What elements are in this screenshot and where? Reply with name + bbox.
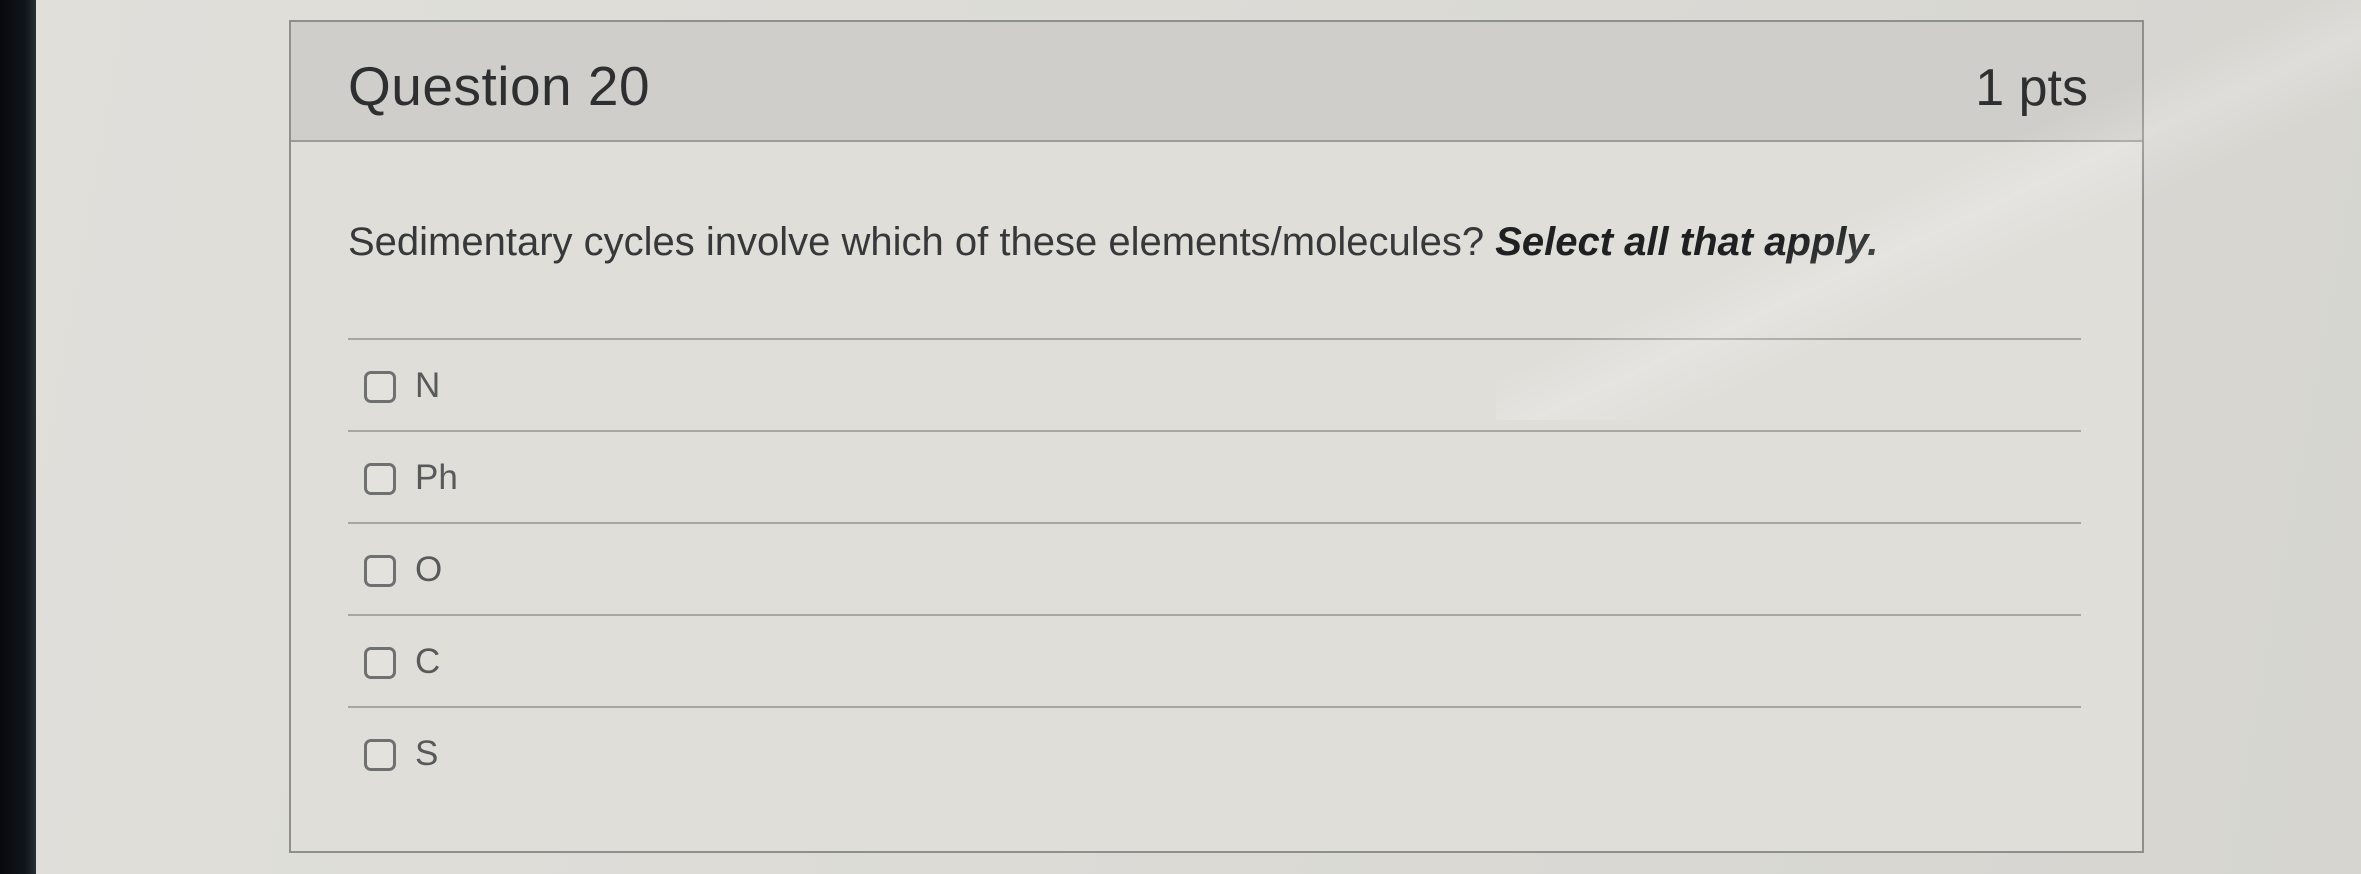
answer-option-s[interactable]: S <box>348 706 2081 798</box>
checkbox-icon[interactable] <box>364 647 396 679</box>
checkbox-icon[interactable] <box>364 371 396 403</box>
answer-option-ph[interactable]: Ph <box>348 430 2081 522</box>
answer-label[interactable]: Ph <box>415 458 458 498</box>
answer-label[interactable]: O <box>415 550 442 590</box>
answer-list: N Ph O C S <box>348 338 2081 798</box>
answer-option-c[interactable]: C <box>348 614 2081 706</box>
screen: Question 20 1 pts Sedimentary cycles inv… <box>36 0 2361 874</box>
answer-label[interactable]: N <box>415 366 440 406</box>
screen-bezel <box>0 0 36 874</box>
question-prompt: Sedimentary cycles involve which of thes… <box>348 220 1878 265</box>
question-text: Sedimentary cycles involve which of thes… <box>348 220 1485 264</box>
answer-label[interactable]: C <box>415 642 440 682</box>
checkbox-icon[interactable] <box>364 463 396 495</box>
checkbox-icon[interactable] <box>364 739 396 771</box>
question-header: Question 20 1 pts <box>291 22 2142 142</box>
answer-option-o[interactable]: O <box>348 522 2081 614</box>
question-card: Question 20 1 pts Sedimentary cycles inv… <box>289 20 2144 853</box>
answer-label[interactable]: S <box>415 734 438 774</box>
question-instruction: Select all that apply. <box>1495 220 1879 264</box>
question-points: 1 pts <box>1975 59 2088 117</box>
question-title: Question 20 <box>348 55 651 117</box>
answer-option-n[interactable]: N <box>348 338 2081 430</box>
checkbox-icon[interactable] <box>364 555 396 587</box>
